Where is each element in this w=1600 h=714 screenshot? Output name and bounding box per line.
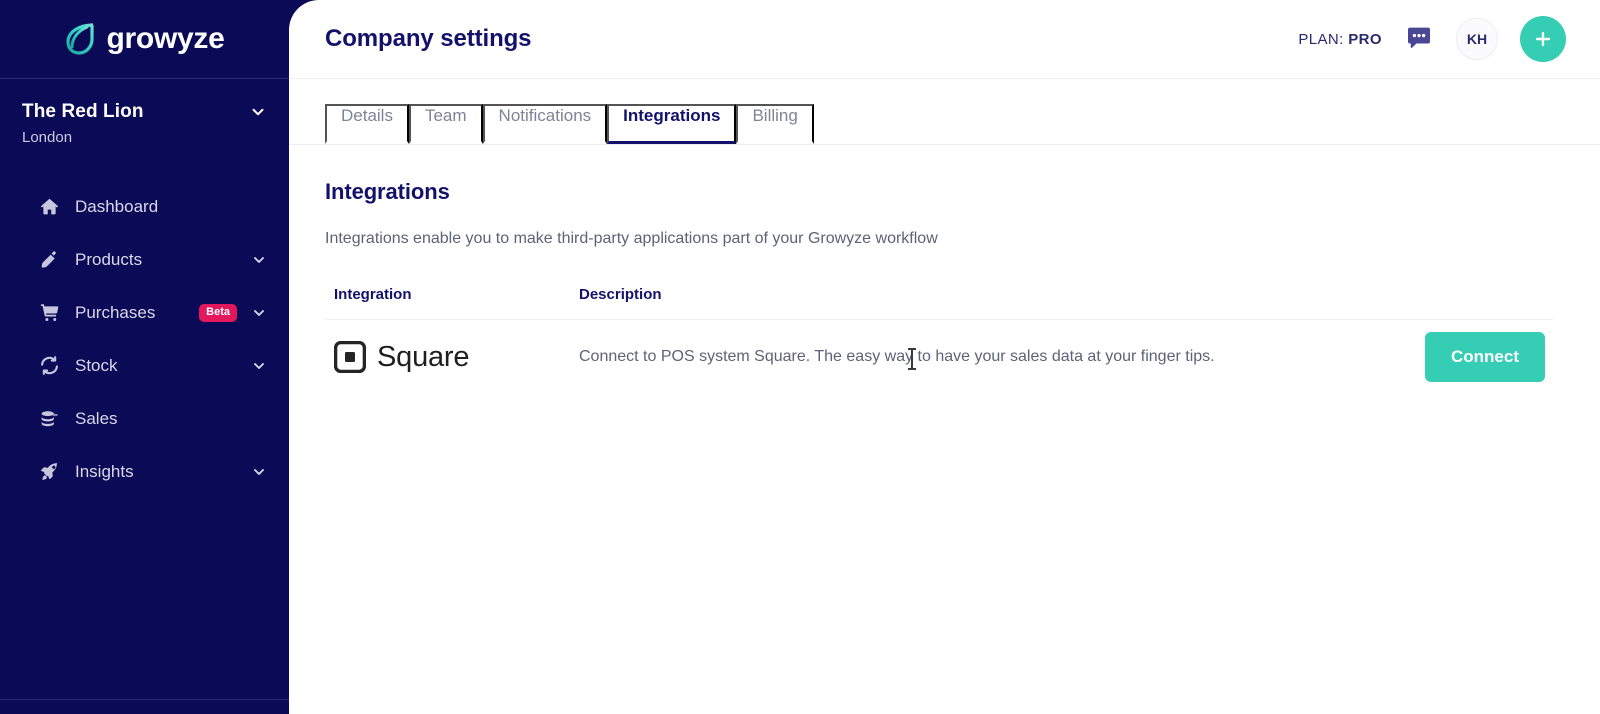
home-icon [38,196,60,218]
main-content: Company settings PLAN: PRO KH Details Te… [289,0,1600,714]
section-subtitle: Integrations enable you to make third-pa… [325,230,938,247]
plan-value: PRO [1348,30,1382,48]
page-title: Company settings [325,25,532,52]
sidebar-item-label: Sales [75,408,118,428]
sidebar-item-label: Purchases [75,302,156,322]
plan-label: PLAN: [1298,30,1344,48]
avatar[interactable]: KH [1456,18,1498,60]
table-row: Square Connect to POS system Square. The… [325,320,1553,394]
section-title: Integrations [325,179,450,204]
cell-integration: Square [334,341,579,374]
integrations-table: Integration Description Square Connect t… [325,286,1553,394]
topbar-actions: PLAN: PRO KH [1298,16,1566,62]
add-button[interactable] [1520,16,1566,62]
sidebar-item-label: Stock [75,355,118,375]
cell-description: Connect to POS system Square. The easy w… [579,348,1215,365]
tab-team[interactable]: Team [408,104,483,144]
integration-name: Square [377,340,470,373]
tab-billing[interactable]: Billing [736,104,814,144]
tab-notifications[interactable]: Notifications [482,104,608,144]
sidebar-item-label: Products [75,249,143,269]
sidebar-item-label: Insights [75,461,134,481]
sidebar: growyze The Red Lion London Dashboard Pr… [0,0,289,714]
sync-refresh-icon [38,355,60,377]
topbar: Company settings PLAN: PRO KH [289,0,1600,79]
sidebar-nav: Dashboard Products Purchases Beta Stock … [0,180,289,498]
brand-name: growyze [106,22,225,55]
rocket-icon [38,461,60,483]
chevron-down-icon [252,108,264,116]
connect-button[interactable]: Connect [1425,332,1545,382]
table-header-row: Integration Description [325,286,1553,320]
plan-indicator: PLAN: PRO [1298,31,1382,48]
chevron-down-icon[interactable] [251,252,267,268]
column-header-description: Description [579,286,662,303]
shopping-cart-icon [38,302,60,324]
sidebar-item-insights[interactable]: Insights [0,445,289,498]
bottle-icon [38,249,60,271]
org-city: London [22,129,73,146]
sidebar-item-sales[interactable]: Sales [0,392,289,445]
plus-icon [1535,31,1551,47]
column-header-integration: Integration [334,286,412,303]
tab-integrations[interactable]: Integrations [607,104,737,144]
square-logo-icon [334,341,366,373]
integrations-panel: Integrations Integrations enable you to … [289,145,1600,394]
chat-bubble-icon[interactable] [1404,24,1434,54]
avatar-initials: KH [1466,31,1488,47]
sidebar-item-label: Dashboard [75,196,159,216]
chevron-down-icon[interactable] [251,305,267,321]
sidebar-item-products[interactable]: Products [0,233,289,286]
org-switcher[interactable]: The Red Lion London [0,79,289,154]
chevron-down-icon[interactable] [251,358,267,374]
cell-action: Connect [1425,332,1553,382]
sidebar-item-stock[interactable]: Stock [0,339,289,392]
org-name: The Red Lion [22,101,144,122]
app-root: growyze The Red Lion London Dashboard Pr… [0,0,1600,714]
growyze-leaf-g-logo-icon [65,23,94,55]
sidebar-item-dashboard[interactable]: Dashboard [0,180,289,233]
beta-badge: Beta [199,303,237,322]
chevron-down-icon[interactable] [251,464,267,480]
brand-logo[interactable]: growyze [0,0,289,79]
tab-details[interactable]: Details [325,104,409,144]
sidebar-divider [0,699,289,700]
sidebar-item-purchases[interactable]: Purchases Beta [0,286,289,339]
coins-stack-icon [38,408,60,430]
settings-tabs: Details Team Notifications Integrations … [289,79,1600,145]
